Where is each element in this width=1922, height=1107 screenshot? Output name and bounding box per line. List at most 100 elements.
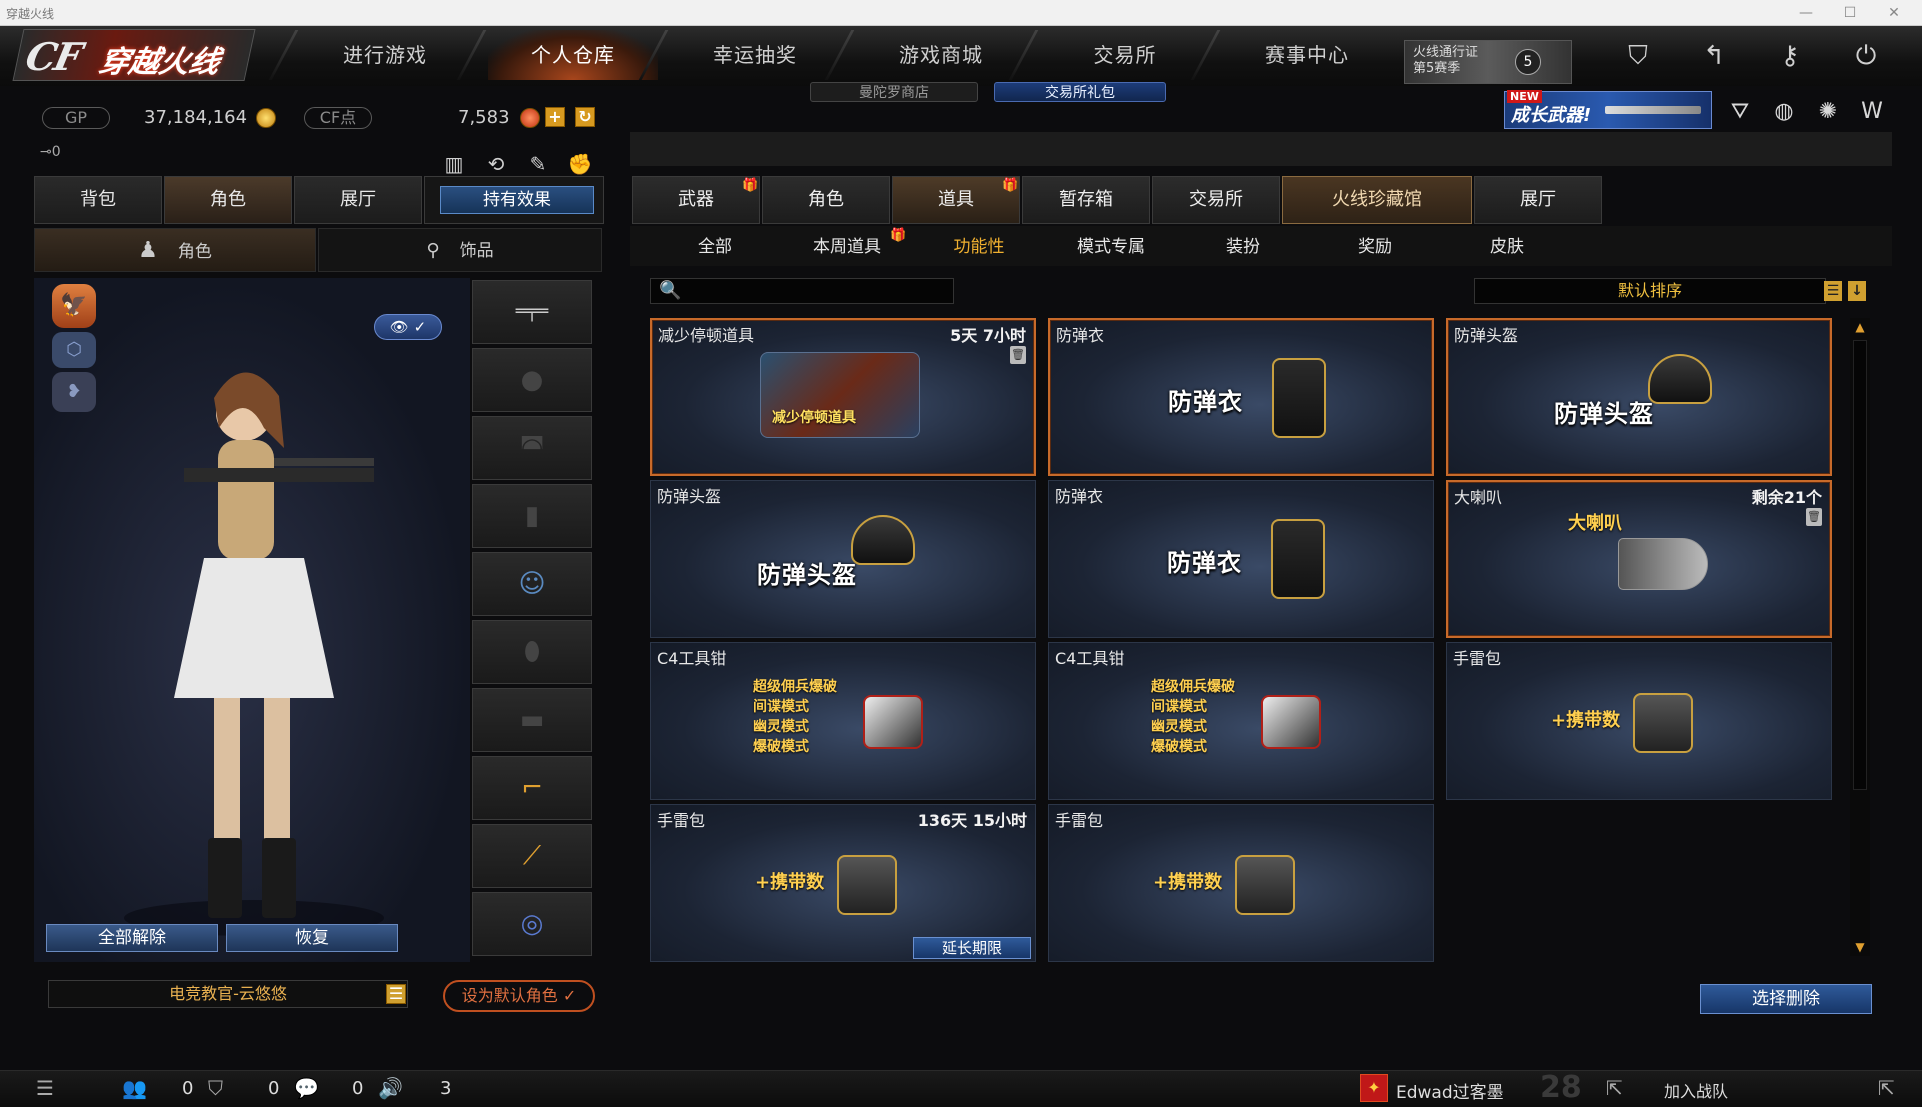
sort-dropdown[interactable]: 默认排序	[1474, 278, 1826, 304]
unequip-all-button[interactable]: 全部解除	[46, 924, 218, 952]
external-link-icon[interactable]: ⇱	[1606, 1076, 1623, 1100]
item-card[interactable]: 防弹衣 防弹衣	[1048, 480, 1434, 638]
nav-tab-3[interactable]: 游戏商城	[856, 30, 1026, 80]
role-wing-icon[interactable]: ❥	[52, 372, 96, 412]
slot-helmet[interactable]: ●	[472, 348, 592, 412]
vip-icon[interactable]: ⛛	[1724, 96, 1756, 128]
nav-tab-0[interactable]: 进行游戏	[300, 30, 470, 80]
subtab-character[interactable]: ♟ 角色	[34, 228, 316, 272]
role-name-box[interactable]: 电竞教官-云悠悠	[48, 980, 408, 1008]
gp-coin-icon	[256, 108, 276, 128]
filter-5[interactable]: 奖励	[1310, 232, 1440, 262]
slot-bracelet[interactable]: ◎	[472, 892, 592, 956]
search-input[interactable]	[683, 281, 947, 301]
filter-3[interactable]: 模式专属	[1046, 232, 1176, 262]
scroll-down-icon[interactable]: ▼	[1850, 938, 1870, 956]
item-card[interactable]: 防弹头盔 防弹头盔	[650, 480, 1036, 638]
friends-icon[interactable]: 👥	[122, 1076, 147, 1100]
nav-tab-2[interactable]: 幸运抽奖	[670, 30, 840, 80]
filter-0[interactable]: 全部	[650, 232, 780, 262]
subtab-exchange-gift[interactable]: 交易所礼包	[994, 82, 1166, 102]
join-team-link[interactable]: 加入战队	[1664, 1078, 1728, 1102]
subtab-mandala-shop[interactable]: 曼陀罗商店	[810, 82, 978, 102]
slot-boots[interactable]: ⌐	[472, 756, 592, 820]
item-card[interactable]: 手雷包 +携带数	[1446, 642, 1832, 800]
item-tab-1[interactable]: 角色	[762, 176, 890, 224]
item-artwork: +携带数	[1139, 837, 1345, 937]
item-card[interactable]: 防弹头盔 防弹头盔	[1446, 318, 1832, 476]
restore-button[interactable]: 恢复	[226, 924, 398, 952]
slot-gloves[interactable]: ▬	[472, 688, 592, 752]
globe-icon[interactable]: ◍	[1768, 96, 1800, 128]
item-tab-3[interactable]: 暂存箱	[1022, 176, 1150, 224]
power-icon[interactable]: ⏻	[1846, 36, 1886, 76]
return-icon[interactable]: ↰	[1694, 36, 1734, 76]
search-box[interactable]: 🔍	[650, 278, 954, 304]
item-card[interactable]: C4工具钳 超级佣兵爆破 间谍模式 幽灵模式 爆破模式	[650, 642, 1036, 800]
item-tab-5[interactable]: 火线珍藏馆	[1282, 176, 1472, 224]
nav-tab-1[interactable]: 个人仓库	[488, 30, 658, 80]
speaker-icon[interactable]: 🔊	[378, 1076, 403, 1100]
visibility-toggle[interactable]: 👁 ✓	[374, 314, 442, 340]
slot-vest[interactable]: ▮	[472, 484, 592, 548]
clan-name[interactable]: Edwad过客墨	[1396, 1078, 1504, 1103]
select-delete-button[interactable]: 选择删除	[1700, 984, 1872, 1014]
battle-pass-badge[interactable]: 火线通行证 第5赛季 5	[1404, 40, 1572, 84]
item-card[interactable]: 减少停顿道具 5天 7小时 🗑 减少停顿道具	[650, 318, 1036, 476]
role-shield-icon[interactable]: ⬡	[52, 332, 96, 368]
set-default-role-button[interactable]: 设为默认角色 ✓	[443, 980, 595, 1012]
sort-list-icon[interactable]: ☰	[1824, 281, 1842, 301]
expand-icon[interactable]: ⇱	[1878, 1076, 1895, 1100]
subtab-accessory[interactable]: ⚲ 饰品	[318, 228, 602, 272]
slot-weapon[interactable]: ═╤═	[472, 280, 592, 344]
key-icon[interactable]: ⚷	[1770, 36, 1810, 76]
effects-button[interactable]: 持有效果	[440, 186, 594, 214]
sort-direction-icon[interactable]: ↓	[1848, 281, 1866, 301]
menu-icon[interactable]: ☰	[36, 1076, 54, 1100]
tab-character[interactable]: 角色	[164, 176, 292, 224]
w-badge-icon[interactable]: W	[1856, 96, 1888, 128]
item-card[interactable]: 大喇叭 剩余21个 🗑 大喇叭	[1446, 480, 1832, 638]
item-card[interactable]: 手雷包 136天 15小时 +携带数 延长期限	[650, 804, 1036, 962]
item-tab-6[interactable]: 展厅	[1474, 176, 1602, 224]
growth-weapon-banner[interactable]: NEW 成长武器!	[1504, 90, 1712, 129]
role-eagle-icon[interactable]: 🦅	[52, 284, 96, 328]
item-scrollbar[interactable]: ▲ ▼	[1850, 318, 1870, 956]
filter-2[interactable]: 功能性	[914, 232, 1044, 262]
filter-6[interactable]: 皮肤	[1442, 232, 1572, 262]
item-tab-4[interactable]: 交易所	[1152, 176, 1280, 224]
nav-tab-5[interactable]: 赛事中心	[1222, 30, 1392, 80]
maximize-icon[interactable]: ☐	[1830, 3, 1870, 23]
trash-icon[interactable]: 🗑	[1806, 508, 1822, 526]
slot-glasses[interactable]: ◚	[472, 416, 592, 480]
refresh-cf-icon[interactable]: ↻	[575, 107, 595, 127]
slot-knife[interactable]: ⟋	[472, 824, 592, 888]
tab-showroom[interactable]: 展厅	[294, 176, 422, 224]
shield-icon[interactable]: ⛉	[1618, 36, 1658, 76]
scroll-thumb[interactable]	[1853, 340, 1867, 790]
item-tab-0[interactable]: 武器	[632, 176, 760, 224]
close-icon[interactable]: ✕	[1874, 3, 1914, 23]
window-titlebar: 穿越火线 — ☐ ✕	[0, 0, 1922, 26]
scroll-up-icon[interactable]: ▲	[1850, 318, 1870, 336]
role-list-icon[interactable]: ☰	[386, 984, 406, 1004]
item-card[interactable]: 手雷包 +携带数	[1048, 804, 1434, 962]
item-art-label: 防弹头盔	[757, 561, 857, 589]
subtab-accessory-label: 饰品	[459, 241, 494, 261]
chat-icon[interactable]: 💬	[294, 1076, 319, 1100]
filter-4[interactable]: 装扮	[1178, 232, 1308, 262]
item-art-label: +携带数	[755, 872, 825, 893]
tab-backpack[interactable]: 背包	[34, 176, 162, 224]
add-cf-icon[interactable]: +	[545, 107, 565, 127]
slot-body[interactable]: ⬮	[472, 620, 592, 684]
item-card[interactable]: 防弹衣 防弹衣	[1048, 318, 1434, 476]
item-card[interactable]: C4工具钳 超级佣兵爆破 间谍模式 幽灵模式 爆破模式	[1048, 642, 1434, 800]
extend-duration-button[interactable]: 延长期限	[913, 937, 1031, 959]
clan-shield-icon[interactable]: ⛉	[208, 1076, 223, 1100]
minimize-icon[interactable]: —	[1786, 3, 1826, 23]
trash-icon[interactable]: 🗑	[1010, 346, 1026, 364]
settings-gear-icon[interactable]: ✺	[1812, 96, 1844, 128]
item-tab-2[interactable]: 道具	[892, 176, 1020, 224]
slot-portrait[interactable]: ☺	[472, 552, 592, 616]
nav-tab-4[interactable]: 交易所	[1040, 30, 1210, 80]
